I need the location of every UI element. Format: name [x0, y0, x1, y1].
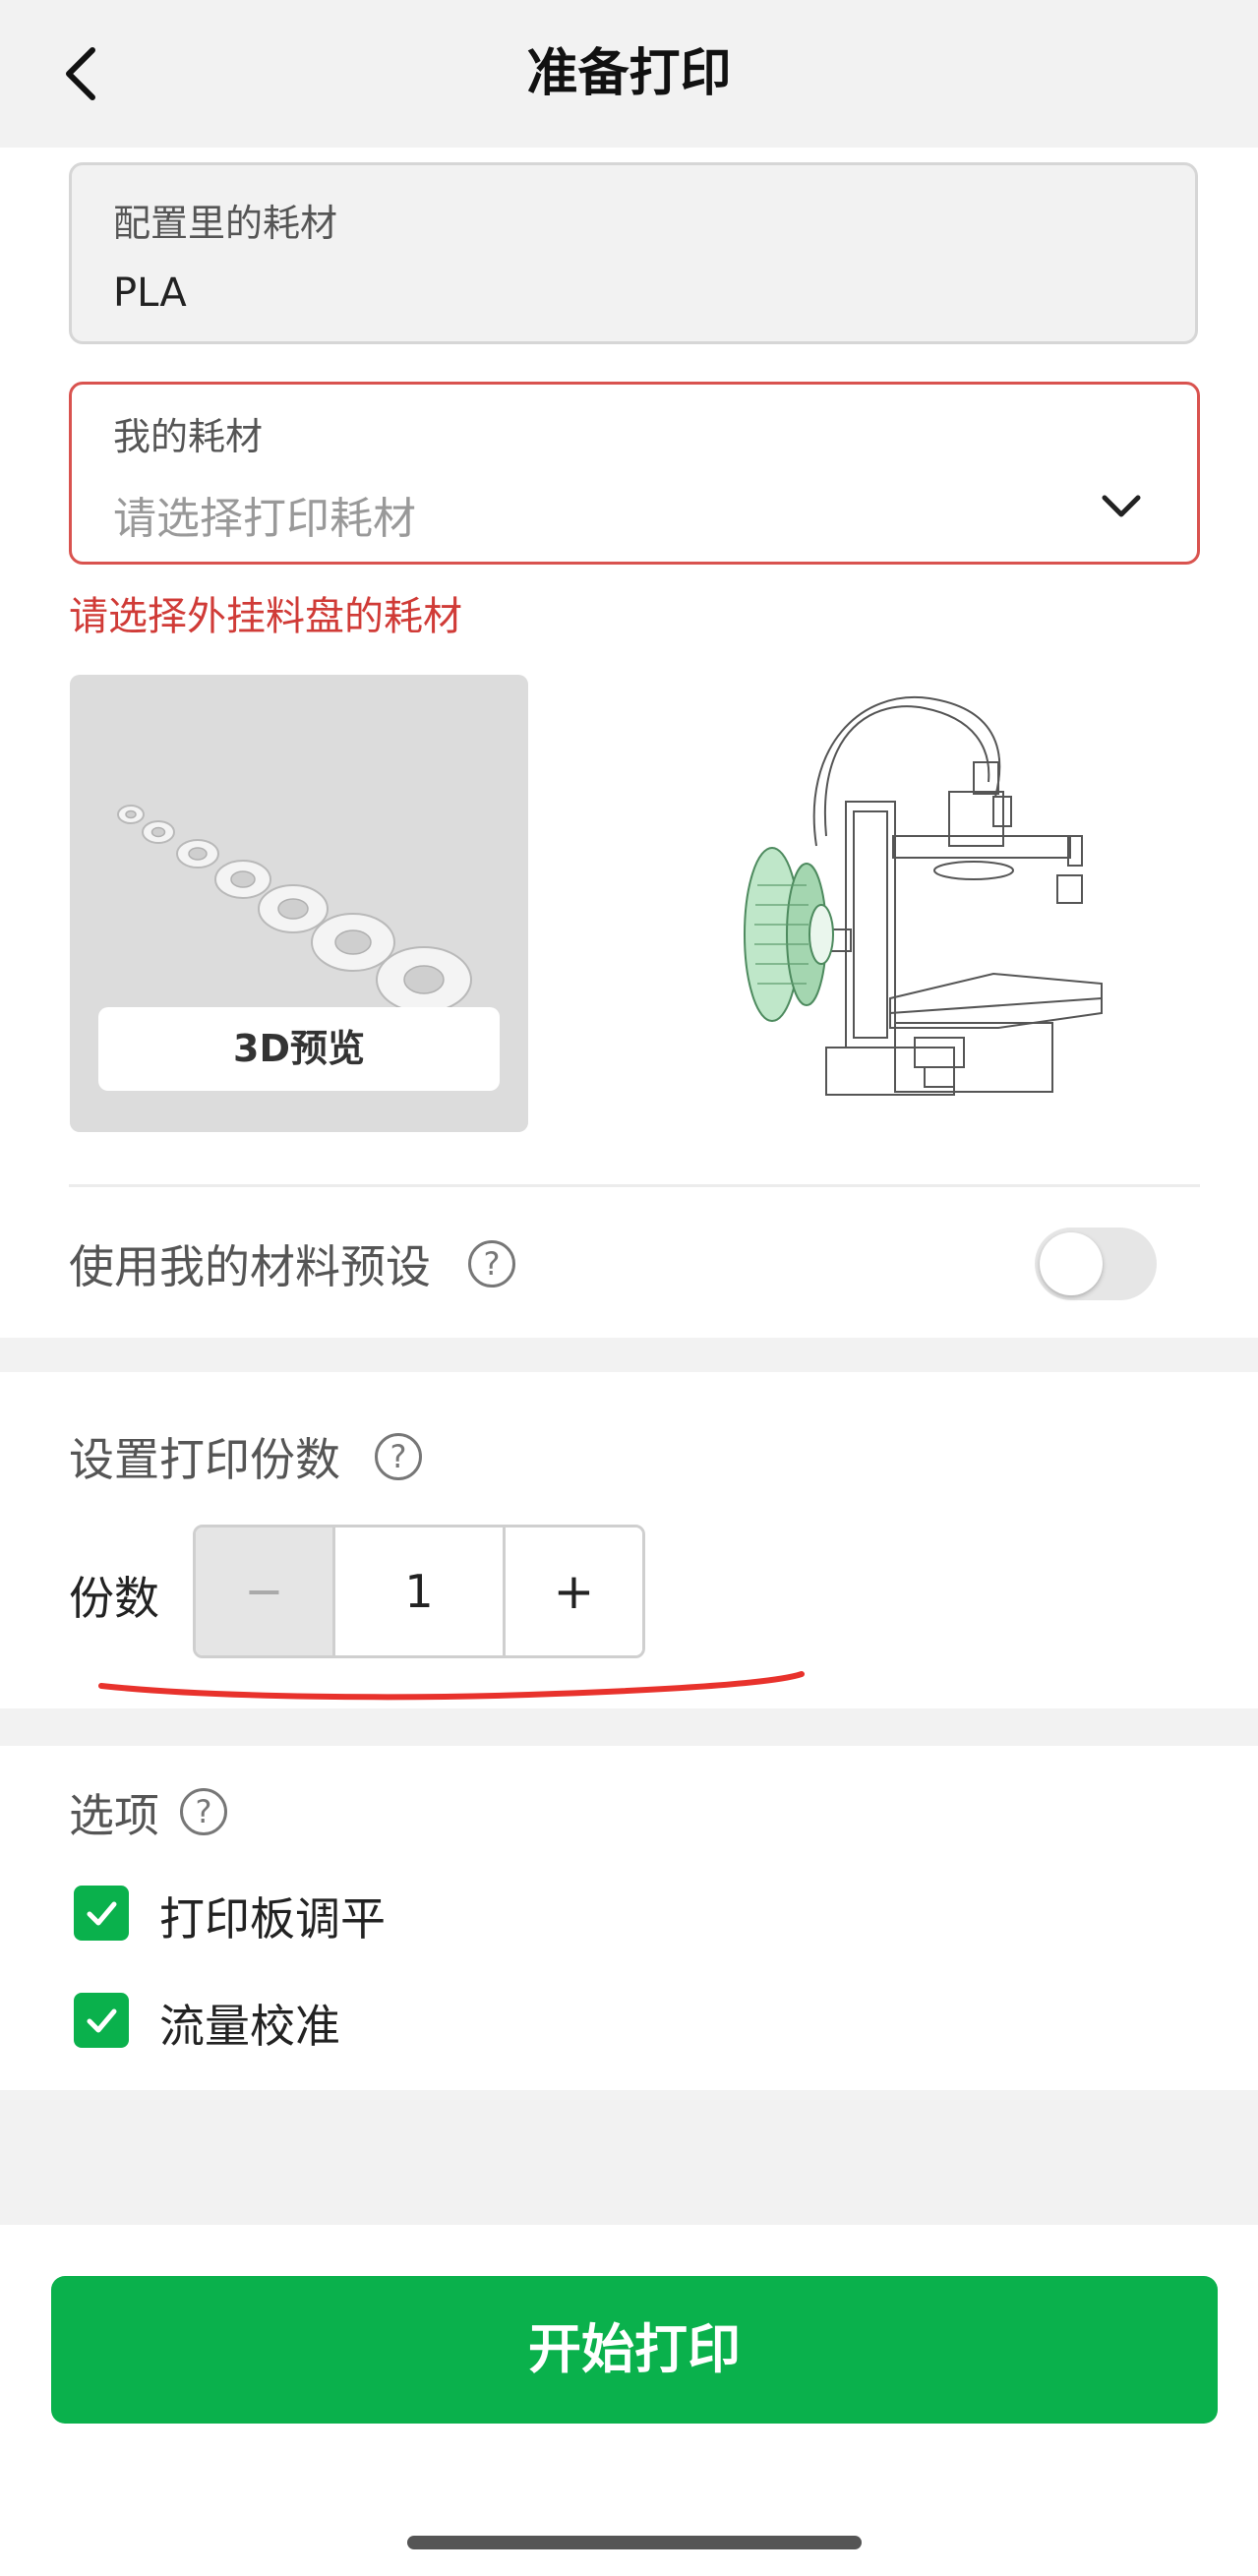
- profile-filament-value: PLA: [113, 270, 187, 316]
- options-help-icon[interactable]: ?: [180, 1788, 227, 1835]
- flow-calibration-label: 流量校准: [159, 2000, 340, 2053]
- bed-leveling-label: 打印板调平: [159, 1892, 386, 1946]
- my-filament-label: 我的耗材: [113, 415, 264, 458]
- copies-section-title: 设置打印份数: [69, 1433, 340, 1486]
- check-icon: [87, 2008, 117, 2033]
- material-preset-toggle[interactable]: [1035, 1228, 1157, 1300]
- filament-error-message: 请选择外挂料盘的耗材: [69, 594, 462, 639]
- material-preset-label: 使用我的材料预设: [69, 1240, 431, 1293]
- copies-value[interactable]: 1: [335, 1528, 506, 1655]
- start-print-button[interactable]: 开始打印: [51, 2276, 1218, 2424]
- copies-help-icon[interactable]: ?: [375, 1433, 422, 1480]
- back-button[interactable]: [51, 37, 110, 110]
- red-underline-annotation: [98, 1671, 805, 1701]
- profile-filament-field: 配置里的耗材 PLA: [69, 162, 1198, 344]
- decrement-button[interactable]: −: [196, 1528, 335, 1655]
- check-icon: [87, 1901, 117, 1926]
- options-section-title: 选项: [69, 1789, 159, 1842]
- copies-label: 份数: [69, 1572, 159, 1625]
- chevron-down-icon: [1102, 495, 1141, 517]
- flow-calibration-checkbox[interactable]: [74, 1993, 129, 2048]
- 3d-preview-button[interactable]: 3D预览: [98, 1007, 500, 1091]
- profile-filament-label: 配置里的耗材: [113, 202, 338, 245]
- bed-leveling-checkbox[interactable]: [74, 1886, 129, 1941]
- my-filament-placeholder: 请选择打印耗材: [113, 494, 416, 544]
- increment-button[interactable]: +: [506, 1528, 642, 1655]
- page-title: 准备打印: [526, 44, 732, 103]
- copies-stepper[interactable]: − 1 +: [193, 1525, 645, 1658]
- home-indicator: [407, 2536, 862, 2549]
- printer-image: [744, 695, 1103, 1096]
- my-filament-select[interactable]: 我的耗材 请选择打印耗材: [69, 382, 1200, 565]
- toggle-knob: [1040, 1232, 1103, 1295]
- material-preset-help-icon[interactable]: ?: [468, 1240, 515, 1288]
- divider: [69, 1184, 1200, 1187]
- chevron-left-icon: [66, 47, 95, 100]
